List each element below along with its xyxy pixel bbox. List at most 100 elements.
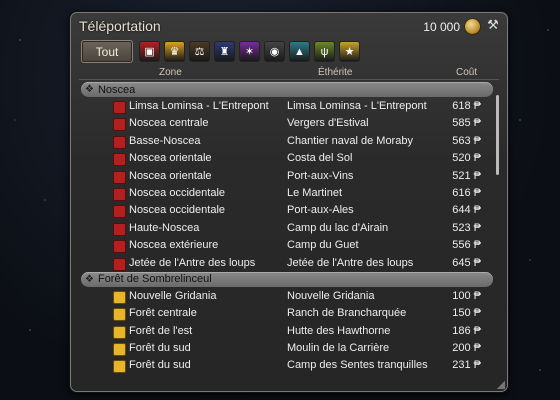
region-crest-icon	[113, 222, 126, 236]
resize-grip[interactable]	[497, 381, 505, 389]
destination-row[interactable]: Jetée de l'Antre des loups Jetée de l'Ant…	[81, 255, 493, 272]
column-zone-header: Zone	[159, 67, 182, 78]
region-crest-icon	[113, 153, 126, 167]
region-crest-icon	[113, 118, 126, 132]
destination-row[interactable]: Forêt du sud Moulin de la Carrière 200 ₱	[81, 340, 493, 357]
zone-name: Forêt du sud	[129, 359, 191, 372]
zone-name: Forêt du sud	[129, 342, 191, 355]
region-crest-icon	[113, 257, 126, 271]
column-aetheryte-header: Éthérite	[318, 67, 353, 78]
black-shroud-icon[interactable]: ♛	[164, 41, 185, 62]
aetheryte-name: Limsa Lominsa - L'Entrepont	[287, 100, 427, 112]
zone-name: Noscea orientale	[129, 152, 212, 165]
thanalan-icon[interactable]: ⚖	[189, 41, 210, 62]
region-crest-icon	[113, 325, 126, 339]
aetheryte-name: Port-aux-Vins	[287, 169, 354, 182]
teleport-cost: 616 ₱	[452, 186, 481, 199]
aetheryte-name: Ranch de Brancharquée	[287, 307, 407, 320]
destination-row[interactable]: Basse-Noscea Chantier naval de Moraby 563 …	[81, 133, 493, 150]
teleport-cost: 645 ₱	[452, 256, 481, 269]
aetheryte-name: Le Martinet	[287, 186, 343, 199]
collapse-diamond-icon: ❖	[85, 273, 94, 285]
region-crest-icon	[113, 170, 126, 184]
filter-all-button[interactable]: Tout	[81, 40, 133, 63]
region-header[interactable]: ❖ Forêt de Sombrelinceul	[81, 271, 493, 287]
window-title: Téléportation	[79, 18, 161, 34]
destination-row[interactable]: Noscea centrale Vergers d'Estival 585 ₱	[81, 115, 493, 132]
region-crest-icon	[113, 205, 126, 219]
filter-bar: Tout ▣ ♛ ⚖ ♜ ✶ ◉ ▲ ψ ★	[81, 40, 360, 63]
zone-name: Noscea occidentale	[129, 204, 226, 217]
destination-row[interactable]: Noscea occidentale Le Martinet 616 ₱	[81, 185, 493, 202]
gil-coin-icon	[464, 18, 481, 35]
region-crest-icon	[113, 343, 126, 357]
destination-row[interactable]: Forêt centrale Ranch de Brancharquée 150 ₱	[81, 305, 493, 322]
region-name: Noscea	[97, 83, 136, 96]
coerthas-icon[interactable]: ♜	[214, 41, 235, 62]
region-crest-icon	[113, 240, 126, 254]
aetheryte-name: Jetée de l'Antre des loups	[287, 256, 414, 269]
aetheryte-name: Camp du Guet	[287, 239, 359, 252]
aetheryte-name: Camp du lac d'Airain	[287, 221, 389, 234]
teleport-cost: 563 ₱	[452, 134, 481, 147]
aetheryte-name: Port-aux-Ales	[287, 204, 354, 217]
zone-name: Noscea extérieure	[129, 239, 219, 252]
gil-amount: 10 000	[423, 19, 460, 34]
la-noscea-icon[interactable]: ▣	[139, 41, 160, 62]
gil-display: 10 000	[423, 18, 481, 35]
teleport-cost: 523 ₱	[452, 221, 481, 234]
teleport-cost: 521 ₱	[452, 169, 481, 182]
collapse-diamond-icon: ❖	[85, 84, 94, 95]
aetheryte-name: Hutte des Hawthorne	[287, 324, 391, 337]
zone-name: Haute-Noscea	[129, 221, 200, 234]
teleport-cost: 644 ₱	[452, 204, 481, 217]
teleport-cost: 186 ₱	[452, 324, 481, 337]
destination-row[interactable]: Nouvelle Gridania Nouvelle Gridania 100 ₱	[81, 288, 493, 305]
zone-name: Limsa Lominsa - L'Entrepont	[129, 100, 269, 112]
teleport-cost: 585 ₱	[452, 117, 481, 130]
zone-name: Noscea occidentale	[129, 186, 226, 199]
teleport-cost: 556 ₱	[452, 239, 481, 252]
zone-name: Noscea orientale	[129, 169, 212, 182]
destination-list: ❖ Noscea Limsa Lominsa - L'Entrepont Limsa …	[81, 82, 493, 384]
aetheryte-name: Costa del Sol	[287, 152, 353, 165]
column-cost-header: Coût	[456, 67, 478, 78]
zone-name: Forêt centrale	[129, 307, 197, 320]
destination-row[interactable]: Limsa Lominsa - L'Entrepont Limsa Lominsa…	[81, 98, 493, 115]
zone-name: Noscea centrale	[129, 117, 209, 130]
mor-dhona-icon[interactable]: ✶	[239, 41, 260, 62]
zone-name: Nouvelle Gridania	[129, 289, 217, 302]
gyr-abania-icon[interactable]: ψ	[314, 41, 335, 62]
destination-row[interactable]: Noscea orientale Costa del Sol 520 ₱	[81, 150, 493, 167]
destination-row[interactable]: Noscea occidentale Port-aux-Ales 644 ₱	[81, 202, 493, 219]
destination-row[interactable]: Noscea orientale Port-aux-Vins 521 ₱	[81, 168, 493, 185]
header-divider	[79, 79, 499, 80]
scrollbar[interactable]	[496, 95, 499, 175]
region-header[interactable]: ❖ Noscea	[81, 82, 493, 97]
tools-icon[interactable]: ⚒	[485, 17, 501, 33]
region-crest-icon	[113, 360, 126, 374]
destination-row[interactable]: Forêt de l'est Hutte des Hawthorne 186 ₱	[81, 323, 493, 340]
teleport-cost: 100 ₱	[452, 289, 481, 302]
region-crest-icon	[113, 308, 126, 322]
teleport-cost: 618 ₱	[452, 100, 481, 112]
zone-name: Forêt de l'est	[129, 324, 193, 337]
teleport-cost: 150 ₱	[452, 307, 481, 320]
destination-row[interactable]: Forêt du sud Camp des Sentes tranquilles 2…	[81, 357, 493, 374]
destination-row[interactable]: Noscea extérieure Camp du Guet 556 ₱	[81, 237, 493, 254]
dravania-icon[interactable]: ▲	[289, 41, 310, 62]
abalathia-icon[interactable]: ◉	[264, 41, 285, 62]
aetheryte-name: Vergers d'Estival	[287, 117, 369, 130]
zone-name: Basse-Noscea	[129, 134, 201, 147]
teleport-cost: 200 ₱	[452, 342, 481, 355]
favorites-icon[interactable]: ★	[339, 41, 360, 62]
region-name: Forêt de Sombrelinceul	[97, 273, 212, 286]
destination-row[interactable]: Haute-Noscea Camp du lac d'Airain 523 ₱	[81, 220, 493, 237]
aetheryte-name: Camp des Sentes tranquilles	[287, 359, 428, 372]
region-crest-icon	[113, 101, 126, 114]
aetheryte-name: Nouvelle Gridania	[287, 289, 375, 302]
aetheryte-name: Chantier naval de Moraby	[287, 134, 413, 147]
teleport-cost: 520 ₱	[452, 152, 481, 165]
region-crest-icon	[113, 187, 126, 201]
region-crest-icon	[113, 290, 126, 304]
